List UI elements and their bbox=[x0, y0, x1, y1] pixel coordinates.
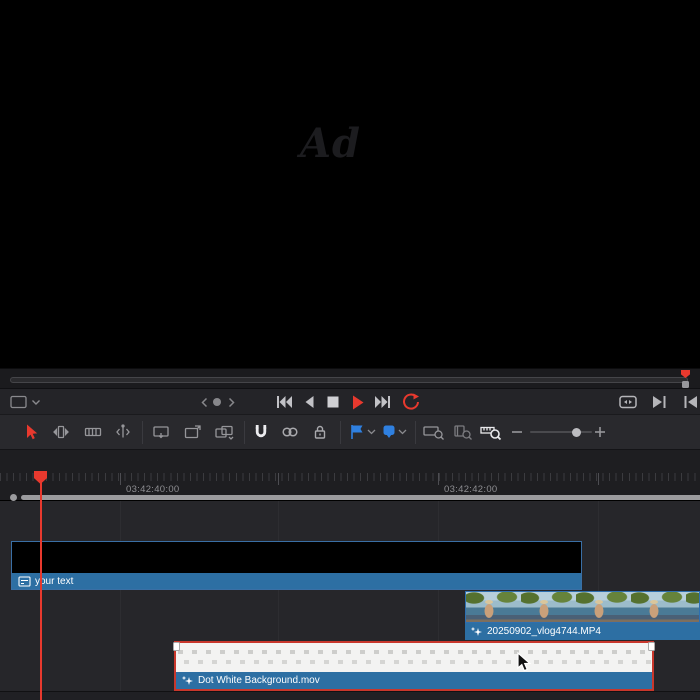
toolbar-divider bbox=[244, 421, 245, 444]
ruler-major-tick bbox=[438, 473, 439, 485]
razor-edit-mode-icon[interactable] bbox=[83, 422, 103, 442]
title-clip-thumbnail bbox=[12, 542, 581, 573]
step-back-button[interactable] bbox=[302, 394, 316, 410]
dot-clip-thumbnail bbox=[176, 643, 652, 672]
fit-to-fill-icon[interactable] bbox=[618, 394, 638, 410]
overlay-dropdown-chevron-icon[interactable] bbox=[30, 396, 42, 408]
flag-icon[interactable] bbox=[349, 422, 365, 442]
timeline-ruler[interactable]: 03:42:40:00 03:42:42:00 bbox=[0, 449, 700, 500]
clip-label-bar: Dot White Background.mov bbox=[176, 672, 652, 689]
loop-button[interactable] bbox=[401, 392, 421, 412]
viewer-canvas[interactable]: Ad bbox=[0, 0, 700, 368]
last-frame-button[interactable] bbox=[373, 394, 391, 410]
toolbar-divider bbox=[340, 421, 341, 444]
jog-right-icon[interactable] bbox=[226, 396, 236, 408]
selection-mode-button[interactable] bbox=[21, 422, 41, 442]
insert-clip-icon[interactable] bbox=[150, 422, 172, 442]
go-to-previous-edit-icon[interactable] bbox=[681, 394, 699, 410]
timeline-scrollbar[interactable] bbox=[21, 495, 700, 500]
timecode-label: 03:42:42:00 bbox=[444, 484, 498, 495]
transport-bar bbox=[0, 388, 700, 414]
zoom-slider-track[interactable] bbox=[530, 431, 592, 433]
viewer-seek-bar[interactable] bbox=[10, 377, 688, 383]
ruler-major-tick bbox=[598, 473, 599, 485]
timeline-gridline bbox=[120, 501, 121, 691]
timeline-view-custom-icon[interactable] bbox=[479, 422, 503, 442]
marker-dropdown-chevron-icon[interactable] bbox=[397, 426, 407, 438]
ruler-major-tick bbox=[278, 473, 279, 485]
timeline-view-detail-icon[interactable] bbox=[451, 422, 475, 442]
overwrite-clip-icon[interactable] bbox=[182, 422, 204, 442]
zoom-in-icon[interactable] bbox=[593, 422, 607, 442]
clip-name: Dot White Background.mov bbox=[198, 675, 320, 686]
safe-area-overlay-icon[interactable] bbox=[8, 393, 30, 411]
go-to-next-edit-icon[interactable] bbox=[650, 394, 668, 410]
trim-handle-left[interactable] bbox=[173, 642, 180, 651]
playhead-line[interactable] bbox=[40, 471, 42, 700]
jog-left-icon[interactable] bbox=[199, 396, 209, 408]
viewer-overlay-text: Ad bbox=[300, 120, 362, 167]
timeline-scrollbar-dot[interactable] bbox=[10, 494, 17, 501]
clip-label-bar: 20250902_vlog4744.MP4 bbox=[465, 623, 700, 640]
mouse-cursor bbox=[517, 652, 532, 673]
stop-button[interactable] bbox=[326, 394, 340, 410]
dynamic-trim-mode-icon[interactable] bbox=[113, 422, 133, 442]
first-frame-button[interactable] bbox=[275, 394, 293, 410]
toolbar-divider bbox=[415, 421, 416, 444]
timeline-clip-vlog[interactable]: 20250902_vlog4744.MP4 bbox=[465, 591, 700, 640]
position-lock-icon[interactable] bbox=[310, 422, 330, 442]
timecode-label: 03:42:40:00 bbox=[126, 484, 180, 495]
toolbar-divider bbox=[142, 421, 143, 444]
play-button[interactable] bbox=[351, 393, 365, 411]
clip-attribute-icon bbox=[182, 676, 193, 685]
linked-selection-icon[interactable] bbox=[280, 422, 300, 442]
timeline-clip-title[interactable]: your text bbox=[11, 541, 582, 590]
timeline-clip-dot-background[interactable]: Dot White Background.mov bbox=[173, 641, 655, 691]
edit-toolbar bbox=[0, 414, 700, 449]
clip-attribute-icon bbox=[471, 627, 482, 636]
ruler-minor-ticks bbox=[0, 473, 700, 481]
viewer-seek-strip bbox=[0, 368, 700, 388]
trim-edit-mode-icon[interactable] bbox=[51, 422, 71, 442]
clip-label-bar: your text bbox=[12, 573, 581, 589]
replace-clip-icon[interactable] bbox=[213, 422, 235, 442]
app-window: Ad 03:42:40:00 03:42:42:00 your text 202… bbox=[0, 0, 700, 700]
timeline-tracks[interactable]: your text 20250902_vlog4744.MP4 Dot Whit… bbox=[0, 501, 700, 691]
vlog-clip-thumbnails bbox=[465, 591, 700, 623]
viewer-seek-knob[interactable] bbox=[682, 381, 689, 388]
snapping-magnet-icon[interactable] bbox=[251, 422, 271, 442]
flag-dropdown-chevron-icon[interactable] bbox=[366, 426, 376, 438]
timeline-bottom-strip bbox=[0, 691, 700, 700]
ruler-major-tick bbox=[120, 473, 121, 485]
clip-name: 20250902_vlog4744.MP4 bbox=[487, 626, 601, 637]
marker-icon[interactable] bbox=[381, 422, 397, 442]
title-clip-icon bbox=[18, 575, 31, 587]
zoom-out-icon[interactable] bbox=[510, 422, 524, 442]
trim-handle-right[interactable] bbox=[648, 642, 655, 651]
zoom-slider-knob[interactable] bbox=[572, 427, 581, 437]
jog-dot-icon[interactable] bbox=[213, 398, 221, 406]
timeline-view-full-icon[interactable] bbox=[422, 422, 446, 442]
